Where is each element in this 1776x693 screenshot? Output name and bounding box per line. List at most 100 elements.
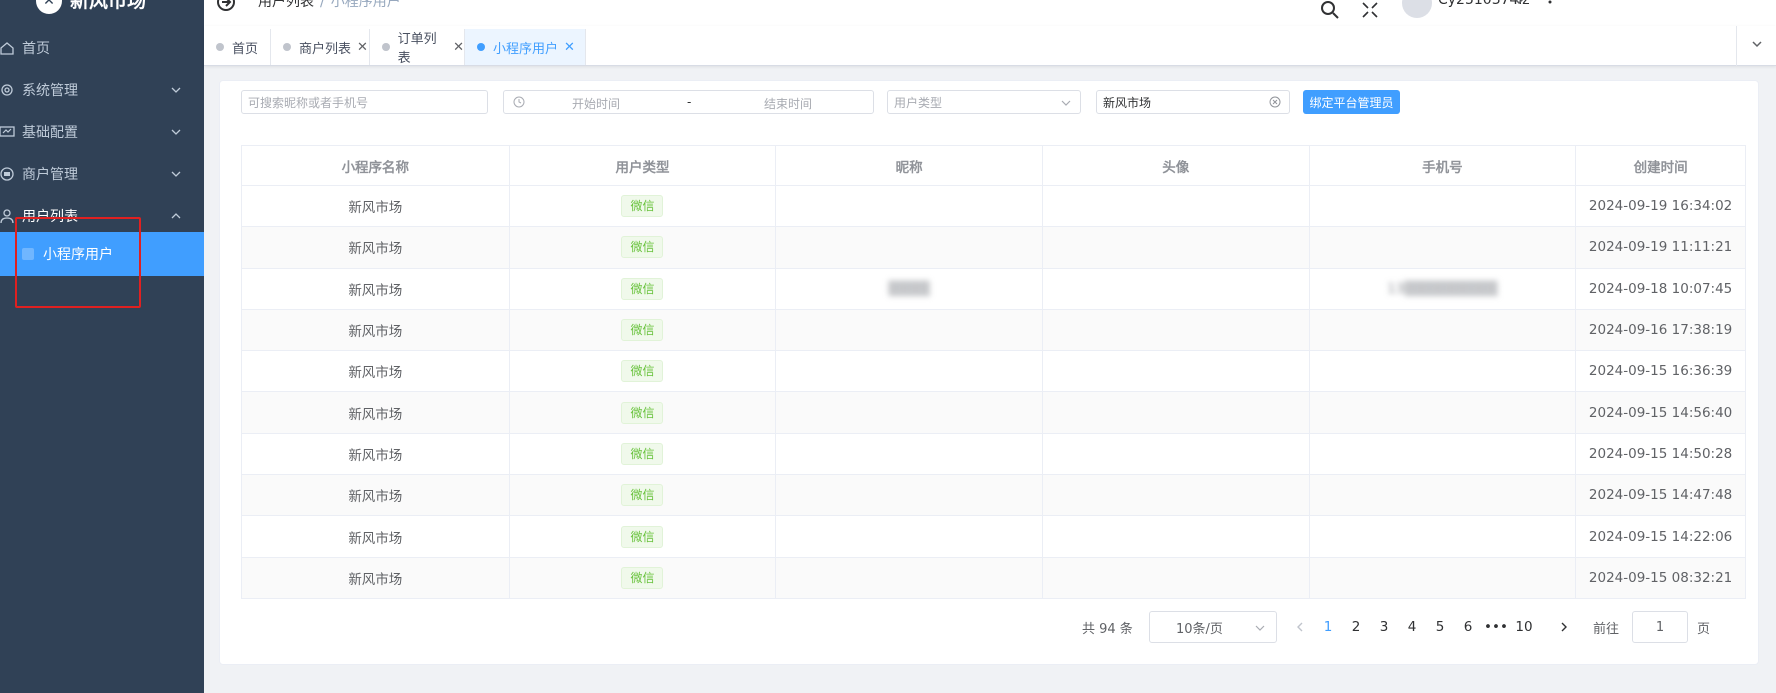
shop-icon [0, 165, 16, 183]
start-time-input[interactable]: 开始时间 [572, 95, 620, 112]
table-cell [776, 186, 1043, 227]
next-page-button[interactable] [1550, 611, 1578, 643]
table-cell: ▒▒▒▒ [776, 268, 1043, 309]
page-number-button[interactable]: 2 [1342, 611, 1370, 643]
table-row[interactable]: 新风市场 微信 2024-09-15 16:36:39 [242, 351, 1745, 393]
more-icon[interactable] [1546, 0, 1554, 12]
table-header: 小程序名称 用户类型 昵称 头像 手机号 创建时间 [242, 146, 1745, 186]
chevron-down-icon [170, 84, 182, 96]
table-row[interactable]: 新风市场 微信 2024-09-15 08:32:21 [242, 557, 1745, 599]
table-cell: 新风市场 [242, 475, 510, 516]
page-number-button[interactable]: 1 [1314, 611, 1342, 643]
page-number-button[interactable]: 5 [1426, 611, 1454, 643]
goto-page-input[interactable]: 1 [1632, 611, 1688, 643]
tags-view: 首页 商户列表 ✕ 订单列表 ✕ 小程序用户 ✕ [204, 26, 1776, 66]
close-icon[interactable]: ✕ [453, 40, 464, 55]
search-input[interactable]: 可搜索昵称或者手机号 [241, 90, 488, 114]
tab-2[interactable]: 订单列表 ✕ [370, 29, 465, 66]
table-cell: 新风市场 [242, 309, 510, 351]
table-cell: 新风市场 [242, 186, 510, 227]
close-icon[interactable]: ✕ [564, 40, 575, 55]
table-row[interactable]: 新风市场 微信 ▒▒▒▒ 13▒▒▒▒▒▒▒▒▒ 2024-09-18 10:07:45 [242, 268, 1745, 310]
sidebar-item-2[interactable]: 基础配置 [0, 108, 204, 156]
table-cell [1310, 475, 1577, 516]
home-icon [0, 39, 16, 57]
chevron-down-icon[interactable] [1513, 0, 1525, 12]
tab-3[interactable]: 小程序用户 ✕ [465, 29, 586, 65]
tab-1[interactable]: 商户列表 ✕ [271, 29, 370, 65]
table-cell: 微信 [510, 351, 777, 392]
sidebar-item-0[interactable]: 首页 [0, 24, 204, 72]
page-number-button[interactable]: 10 [1510, 611, 1538, 643]
user-type-badge: 微信 [621, 360, 664, 383]
date-range-picker[interactable]: 开始时间 - 结束时间 [503, 90, 874, 114]
sidebar-item-1[interactable]: 系统管理 [0, 66, 204, 114]
table-cell: 2024-09-19 16:34:02 [1588, 198, 1733, 215]
user-type-placeholder: 用户类型 [894, 95, 943, 110]
table-row[interactable]: 新风市场 微信 2024-09-19 16:34:02 [242, 186, 1745, 228]
app-select[interactable]: 新风市场 [1096, 90, 1290, 114]
table-cell [1043, 557, 1310, 598]
sidebar-item-label: 商户管理 [22, 167, 78, 183]
table-cell: 新风市场 [242, 557, 510, 598]
bind-admin-button[interactable]: 绑定平台管理员 [1303, 90, 1400, 114]
table-cell: 微信 [510, 475, 777, 516]
table-cell: 微信 [510, 392, 777, 433]
tab-label: 商户列表 [299, 41, 352, 57]
fullscreen-icon[interactable] [1360, 0, 1380, 20]
sidebar-subitem-label: 小程序用户 [43, 247, 113, 263]
table-cell: 2024-09-18 10:07:45 [1588, 280, 1733, 297]
goto-label: 前往 [1593, 622, 1620, 637]
table-cell [776, 475, 1043, 516]
table-cell: 微信 [510, 309, 777, 351]
clear-icon[interactable] [1269, 96, 1281, 111]
table-row[interactable]: 新风市场 微信 2024-09-15 14:50:28 [242, 433, 1745, 476]
page-size-select[interactable]: 10条/页 [1149, 611, 1277, 643]
avatar[interactable] [1402, 0, 1432, 18]
table-cell: 13▒▒▒▒▒▒▒▒▒ [1310, 268, 1577, 309]
table-cell: 微信 [510, 268, 777, 309]
sidebar-item-label: 基础配置 [22, 125, 78, 141]
monitor-icon [0, 123, 16, 141]
table-row[interactable]: 新风市场 微信 2024-09-15 14:22:06 [242, 516, 1745, 558]
table-row[interactable]: 新风市场 微信 2024-09-15 14:56:40 [242, 392, 1745, 434]
table-cell [1310, 227, 1577, 268]
table-row[interactable]: 新风市场 微信 2024-09-19 11:11:21 [242, 227, 1745, 269]
user-type-select[interactable]: 用户类型 [887, 90, 1081, 114]
sidebar-subitem-mini-program-users[interactable]: 小程序用户 [0, 232, 204, 276]
table-row[interactable]: 新风市场 微信 2024-09-15 14:47:48 [242, 475, 1745, 517]
table-row[interactable]: 新风市场 微信 2024-09-16 17:38:19 [242, 309, 1745, 352]
logo[interactable]: ✕ 新风市场 [0, 0, 204, 16]
breadcrumb-current: 小程序用户 [330, 0, 401, 10]
chevron-down-icon [1254, 622, 1266, 634]
table-cell: 新风市场 [242, 433, 510, 475]
table-cell [776, 351, 1043, 392]
sidebar-item-label: 用户列表 [22, 209, 78, 225]
tab-status-dot [216, 43, 224, 51]
tab-0[interactable]: 首页 [204, 29, 271, 65]
table-cell: 2024-09-15 14:22:06 [1588, 528, 1733, 545]
end-time-input[interactable]: 结束时间 [764, 95, 812, 112]
table-cell [776, 392, 1043, 433]
hamburger-icon[interactable] [216, 0, 236, 12]
breadcrumb-parent[interactable]: 用户列表 [258, 0, 314, 10]
prev-page-button[interactable] [1286, 611, 1314, 643]
sidebar-item-3[interactable]: 商户管理 [0, 150, 204, 198]
table-cell [1310, 392, 1577, 433]
more-pages-icon[interactable]: ••• [1482, 611, 1510, 643]
tags-more-button[interactable] [1736, 26, 1776, 66]
sidebar-item-label: 首页 [22, 41, 50, 57]
page-size-value: 10条/页 [1176, 621, 1223, 637]
table-cell [776, 309, 1043, 351]
search-icon[interactable] [1320, 0, 1340, 20]
page-number-button[interactable]: 4 [1398, 611, 1426, 643]
user-type-badge: 微信 [621, 236, 664, 259]
page-number-button[interactable]: 6 [1454, 611, 1482, 643]
close-icon[interactable]: ✕ [357, 40, 368, 55]
logo-icon: ✕ [36, 0, 62, 14]
page-number-button[interactable]: 3 [1370, 611, 1398, 643]
chevron-down-icon [170, 126, 182, 138]
table-cell [1043, 433, 1310, 475]
chevron-up-icon [170, 210, 182, 222]
table-cell [1310, 516, 1577, 557]
